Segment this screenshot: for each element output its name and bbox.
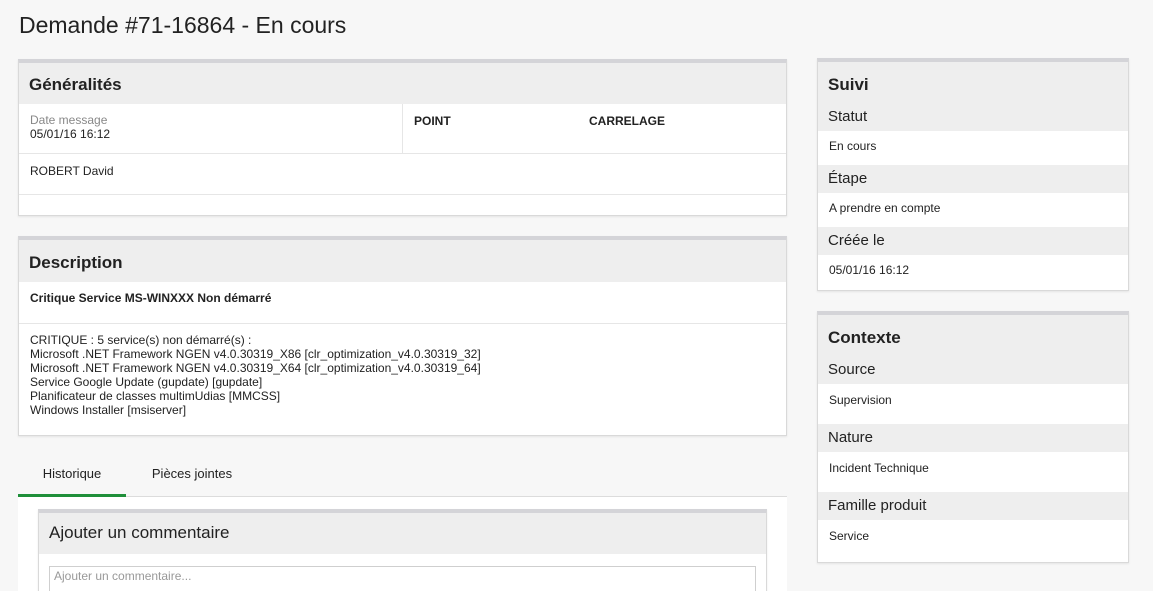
nature-label: Nature <box>818 424 1128 452</box>
source-value: Supervision <box>818 384 1128 424</box>
nature-value: Incident Technique <box>818 452 1128 492</box>
tab-pieces-jointes[interactable]: Pièces jointes <box>138 455 246 497</box>
contexte-heading: Contexte <box>818 315 1128 356</box>
statut-value: En cours <box>818 131 1128 165</box>
date-message-label: Date message <box>30 113 108 127</box>
famille-produit-label: Famille produit <box>818 492 1128 520</box>
creee-le-label: Créée le <box>818 227 1128 255</box>
description-subject: Critique Service MS-WINXXX Non démarré <box>19 282 786 324</box>
date-message-cell: Date message 05/01/16 16:12 <box>19 104 403 153</box>
generalites-panel: Généralités Date message 05/01/16 16:12 … <box>18 59 787 216</box>
suivi-heading: Suivi <box>818 62 1128 103</box>
description-line: CRITIQUE : 5 service(s) non démarré(s) : <box>30 333 252 347</box>
statut-label: Statut <box>818 103 1128 131</box>
page-title: Demande #71-16864 - En cours <box>19 12 347 38</box>
description-panel: Description Critique Service MS-WINXXX N… <box>18 236 787 436</box>
description-line: Windows Installer [msiserver] <box>30 403 187 417</box>
description-line: Planificateur de classes multimUdias [MM… <box>30 389 281 403</box>
generalites-heading: Généralités <box>19 63 786 104</box>
creee-le-value: 05/01/16 16:12 <box>818 255 1128 289</box>
description-line: Microsoft .NET Framework NGEN v4.0.30319… <box>30 347 481 361</box>
contexte-panel: Contexte Source Supervision Nature Incid… <box>817 311 1129 563</box>
comment-input[interactable] <box>49 566 756 591</box>
etape-value: A prendre en compte <box>818 193 1128 227</box>
requester-name: ROBERT David <box>19 154 786 195</box>
description-line: Service Google Update (gupdate) [gupdate… <box>30 375 263 389</box>
description-body: CRITIQUE : 5 service(s) non démarré(s) :… <box>19 324 786 417</box>
suivi-panel: Suivi Statut En cours Étape A prendre en… <box>817 58 1129 291</box>
point-label: POINT <box>414 114 451 128</box>
description-heading: Description <box>19 240 786 282</box>
generalites-row: Date message 05/01/16 16:12 POINT CARREL… <box>19 104 786 154</box>
description-line: Microsoft .NET Framework NGEN v4.0.30319… <box>30 361 481 375</box>
carrelage-label: CARRELAGE <box>589 114 666 128</box>
source-label: Source <box>818 356 1128 384</box>
add-comment-panel: Ajouter un commentaire <box>38 509 767 591</box>
add-comment-heading: Ajouter un commentaire <box>39 513 766 554</box>
tab-historique[interactable]: Historique <box>18 455 126 497</box>
famille-produit-value: Service <box>818 520 1128 560</box>
tab-bar: Historique Pièces jointes <box>18 455 787 497</box>
etape-label: Étape <box>818 165 1128 193</box>
date-message-value: 05/01/16 16:12 <box>30 127 111 141</box>
